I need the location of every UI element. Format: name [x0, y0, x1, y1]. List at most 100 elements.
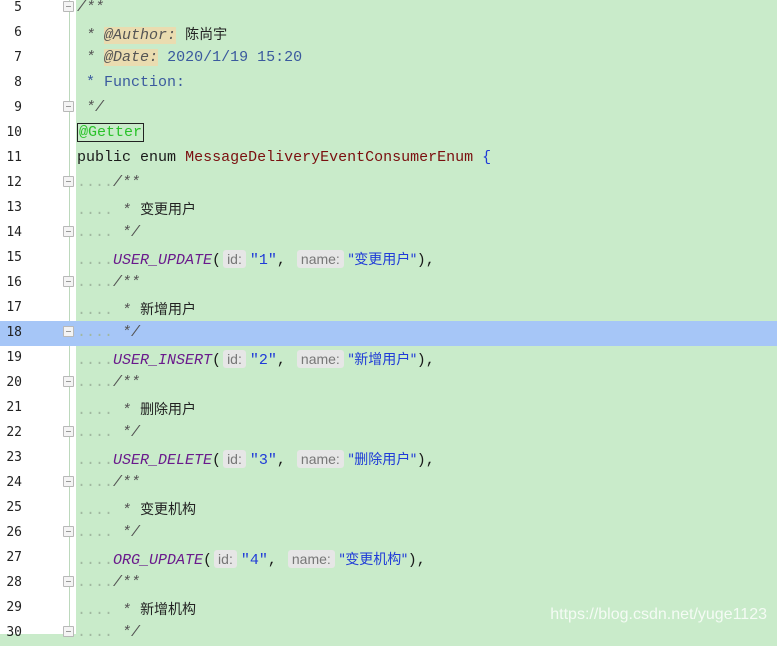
code-line[interactable]: 17 .... * 新增用户 — [0, 296, 777, 321]
doc-open: /** — [113, 474, 141, 491]
line-number: 23 — [6, 450, 22, 465]
function-comment: * Function: — [86, 74, 186, 91]
line-number: 12 — [6, 175, 22, 190]
doc-star: * — [122, 502, 132, 519]
date-value: 2020/1/19 15:20 — [167, 49, 303, 66]
code-line[interactable]: 7 * @Date: 2020/1/19 15:20 — [0, 46, 777, 71]
line-number: 6 — [14, 25, 22, 40]
doc-close: */ — [122, 524, 141, 541]
code-line[interactable]: 15 ....USER_UPDATE(id: "1", name: "变更用户"), — [0, 246, 777, 271]
doc-open: /** — [113, 574, 141, 591]
code-line[interactable]: 22 .... */ — [0, 421, 777, 446]
code-line[interactable]: 19 ....USER_INSERT(id: "2", name: "新增用户"), — [0, 346, 777, 371]
fold-icon[interactable] — [63, 176, 74, 187]
doc-star: * — [122, 202, 132, 219]
code-line[interactable]: 28 ..../** — [0, 571, 777, 596]
line-number: 9 — [14, 100, 22, 115]
line-number: 18 — [6, 325, 22, 340]
code-line[interactable]: 10 @Getter — [0, 121, 777, 146]
keyword-enum: enum — [140, 149, 177, 166]
line-number: 17 — [6, 300, 22, 315]
doc-text: 删除用户 — [140, 402, 197, 418]
param-hint-name: name: — [287, 550, 335, 568]
code-line[interactable]: 13 .... * 变更用户 — [0, 196, 777, 221]
fold-icon[interactable] — [63, 526, 74, 537]
enum-constant[interactable]: USER_INSERT — [113, 352, 212, 369]
current-code-line[interactable]: 18 .... */ — [0, 321, 777, 346]
code-line[interactable]: 26 .... */ — [0, 521, 777, 546]
code-line[interactable]: 21 .... * 删除用户 — [0, 396, 777, 421]
code-line[interactable]: 12 ..../** — [0, 171, 777, 196]
doc-open: /** — [113, 174, 141, 191]
param-hint-id: id: — [223, 450, 246, 468]
code-line[interactable]: 8 * Function: — [0, 71, 777, 96]
line-number: 15 — [6, 250, 22, 265]
param-hint-id: id: — [223, 350, 246, 368]
param-hint-id: id: — [223, 250, 246, 268]
fold-icon[interactable] — [63, 326, 74, 337]
id-value: "2" — [249, 352, 277, 369]
line-number: 5 — [14, 0, 22, 15]
param-hint-id: id: — [214, 550, 237, 568]
doc-text: 变更机构 — [140, 502, 197, 518]
keyword-public: public — [77, 149, 132, 166]
code-line[interactable]: 14 .... */ — [0, 221, 777, 246]
code-line[interactable]: 20 ..../** — [0, 371, 777, 396]
line-number: 21 — [6, 400, 22, 415]
line-number: 7 — [14, 50, 22, 65]
fold-icon[interactable] — [63, 101, 74, 112]
author-name: 陈尚宇 — [185, 27, 228, 43]
name-value: "变更机构" — [338, 552, 408, 568]
line-number: 19 — [6, 350, 22, 365]
name-value: "变更用户" — [347, 252, 417, 268]
author-tag: @Author: — [104, 27, 177, 44]
fold-icon[interactable] — [63, 426, 74, 437]
date-tag: @Date: — [104, 49, 159, 66]
fold-icon[interactable] — [63, 626, 74, 637]
doc-text: 新增机构 — [140, 602, 197, 618]
enum-constant[interactable]: ORG_UPDATE — [113, 552, 203, 569]
comment-close: */ — [86, 99, 105, 116]
enum-constant[interactable]: USER_DELETE — [113, 452, 212, 469]
name-value: "新增用户" — [347, 352, 417, 368]
code-line[interactable]: 23 ....USER_DELETE(id: "3", name: "删除用户"), — [0, 446, 777, 471]
param-hint-name: name: — [296, 250, 344, 268]
line-number: 20 — [6, 375, 22, 390]
line-number: 27 — [6, 550, 22, 565]
line-number: 30 — [6, 625, 22, 640]
id-value: "1" — [249, 252, 277, 269]
doc-close: */ — [122, 324, 141, 341]
fold-icon[interactable] — [63, 1, 74, 12]
code-line[interactable]: 11 public enum MessageDeliveryEventConsu… — [0, 146, 777, 171]
enum-constant[interactable]: USER_UPDATE — [113, 252, 212, 269]
getter-annotation[interactable]: @Getter — [77, 123, 145, 142]
code-line[interactable]: 5 /** — [0, 0, 777, 21]
param-hint-name: name: — [296, 350, 344, 368]
code-line[interactable]: 24 ..../** — [0, 471, 777, 496]
fold-icon[interactable] — [63, 276, 74, 287]
id-value: "4" — [240, 552, 268, 569]
fold-icon[interactable] — [63, 576, 74, 587]
doc-open: /** — [113, 374, 141, 391]
doc-open: /** — [113, 274, 141, 291]
line-number: 22 — [6, 425, 22, 440]
comment-star: * — [86, 49, 96, 66]
enum-name[interactable]: MessageDeliveryEventConsumerEnum — [185, 149, 473, 166]
doc-close: */ — [122, 424, 141, 441]
fold-icon[interactable] — [63, 376, 74, 387]
code-line[interactable]: 9 */ — [0, 96, 777, 121]
code-line[interactable]: 27 ....ORG_UPDATE(id: "4", name: "变更机构"), — [0, 546, 777, 571]
id-value: "3" — [249, 452, 277, 469]
line-number: 24 — [6, 475, 22, 490]
doc-close: */ — [122, 624, 141, 641]
fold-icon[interactable] — [63, 476, 74, 487]
line-number: 25 — [6, 500, 22, 515]
line-number: 16 — [6, 275, 22, 290]
line-number: 11 — [6, 150, 22, 165]
code-line[interactable]: 25 .... * 变更机构 — [0, 496, 777, 521]
code-line[interactable]: 16 ..../** — [0, 271, 777, 296]
fold-icon[interactable] — [63, 226, 74, 237]
line-number: 8 — [14, 75, 22, 90]
doc-star: * — [122, 602, 132, 619]
code-line[interactable]: 6 * @Author: 陈尚宇 — [0, 21, 777, 46]
